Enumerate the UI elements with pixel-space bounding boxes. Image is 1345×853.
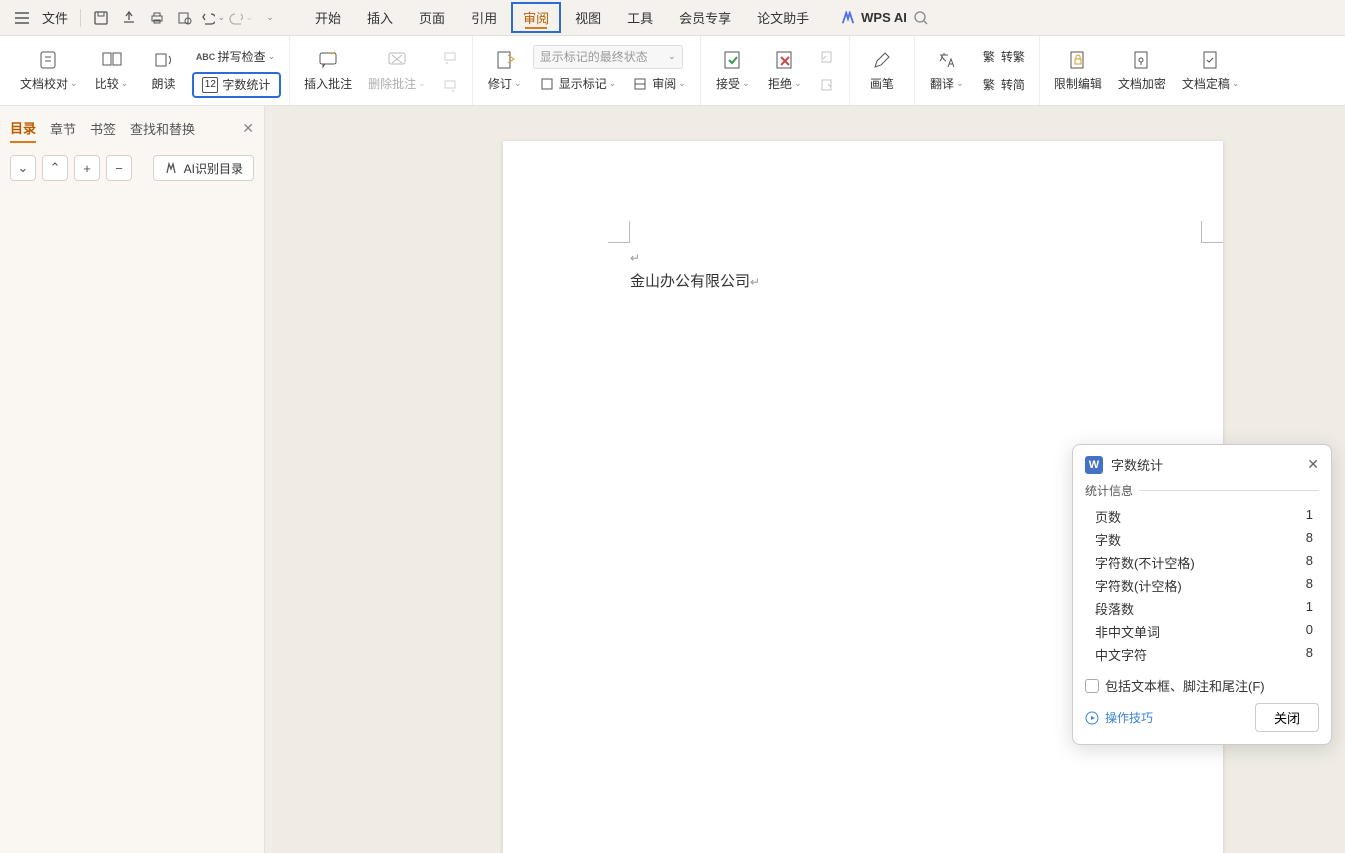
accept-button[interactable]: 接受⌄: [709, 41, 757, 101]
sp-tab-bookmark[interactable]: 书签: [90, 115, 116, 142]
reject-button[interactable]: 拒绝⌄: [761, 41, 809, 101]
file-menu[interactable]: 文件: [42, 8, 68, 27]
markup-display-select[interactable]: 显示标记的最终状态⌄: [533, 45, 683, 69]
wpsai-logo-icon: [841, 11, 855, 25]
undo-icon[interactable]: ⌄: [201, 6, 225, 30]
tab-page[interactable]: 页面: [407, 2, 457, 33]
document-body[interactable]: ↵ 金山办公有限公司↵: [630, 246, 760, 294]
stat-row: 中文字符8: [1085, 643, 1319, 666]
save-icon[interactable]: [89, 6, 113, 30]
remove-icon[interactable]: −: [106, 155, 132, 181]
track-changes-button[interactable]: 修订⌄: [481, 41, 529, 101]
tab-insert[interactable]: 插入: [355, 2, 405, 33]
stat-row: 字符数(不计空格)8: [1085, 551, 1319, 574]
menu-tabs: 开始 插入 页面 引用 审阅 视图 工具 会员专享 论文助手: [303, 2, 821, 33]
stats-list: 页数1 字数8 字符数(不计空格)8 字符数(计空格)8 段落数1 非中文单词0…: [1085, 505, 1319, 666]
doc-compare-button[interactable]: 文档校对⌄: [14, 41, 84, 101]
word-count-button[interactable]: 12字数统计: [192, 72, 282, 98]
restrict-edit-button[interactable]: 限制编辑: [1048, 41, 1108, 101]
menu-icon[interactable]: [10, 6, 34, 30]
topbar: 文件 ⌄ ⌄ ⌄ 开始 插入 页面 引用 审阅 视图 工具 会员专享 论文助手 …: [0, 0, 1345, 36]
tips-link[interactable]: 操作技巧: [1085, 709, 1153, 726]
workspace: 目录 章节 书签 查找和替换 ✕ ⌄ ⌃ + − AI识别目录 ↵ 金山办公有限…: [0, 106, 1345, 853]
margin-corner-tr: [1201, 221, 1223, 243]
word-count-dialog: W 字数统计 ✕ 统计信息 页数1 字数8 字符数(不计空格)8 字符数(计空格…: [1072, 444, 1332, 745]
export-icon[interactable]: [117, 6, 141, 30]
checkbox-icon[interactable]: [1085, 679, 1099, 693]
next-comment-button[interactable]: [436, 72, 464, 98]
sp-tab-find[interactable]: 查找和替换: [130, 115, 195, 142]
side-panel-close-icon[interactable]: ✕: [242, 120, 254, 137]
prev-comment-button[interactable]: [436, 44, 464, 70]
document-canvas[interactable]: ↵ 金山办公有限公司↵ W 字数统计 ✕ 统计信息 页数1 字数8 字符数(不计…: [265, 106, 1345, 853]
add-icon[interactable]: +: [74, 155, 100, 181]
sp-tab-chapter[interactable]: 章节: [50, 115, 76, 142]
collapse-down-icon[interactable]: ⌄: [10, 155, 36, 181]
spellcheck-button[interactable]: ABC拼写检查⌄: [192, 44, 282, 70]
more-icon[interactable]: ⌄: [257, 6, 281, 30]
margin-corner-tl: [608, 221, 630, 243]
prev-change-button[interactable]: [813, 44, 841, 70]
dialog-close-icon[interactable]: ✕: [1307, 456, 1319, 473]
sp-tab-toc[interactable]: 目录: [10, 114, 36, 143]
stat-row: 非中文单词0: [1085, 620, 1319, 643]
ribbon: 文档校对⌄ 比较⌄ 朗读 ABC拼写检查⌄ 12字数统计 插入批注 删除批注⌄ …: [0, 36, 1345, 106]
show-markup-button[interactable]: 显示标记⌄: [533, 71, 623, 97]
tab-review[interactable]: 审阅: [511, 2, 561, 33]
pen-button[interactable]: 画笔: [858, 41, 906, 101]
read-aloud-button[interactable]: 朗读: [140, 41, 188, 101]
preview-icon[interactable]: [173, 6, 197, 30]
tab-member[interactable]: 会员专享: [667, 2, 743, 33]
play-icon: [1085, 711, 1099, 725]
ai-toc-button[interactable]: AI识别目录: [153, 155, 254, 181]
collapse-up-icon[interactable]: ⌃: [42, 155, 68, 181]
delete-comment-button[interactable]: 删除批注⌄: [362, 41, 432, 101]
stat-row: 段落数1: [1085, 597, 1319, 620]
stats-section-label: 统计信息: [1085, 482, 1319, 499]
word-app-icon: W: [1085, 456, 1103, 474]
review-pane-button[interactable]: 审阅⌄: [626, 71, 692, 97]
tab-view[interactable]: 视图: [563, 2, 613, 33]
to-traditional-button[interactable]: 繁转繁: [975, 44, 1031, 70]
tab-tools[interactable]: 工具: [615, 2, 665, 33]
compare-button[interactable]: 比较⌄: [88, 41, 136, 101]
include-textbox-checkbox[interactable]: 包括文本框、脚注和尾注(F): [1085, 676, 1319, 695]
finalize-button[interactable]: 文档定稿⌄: [1176, 41, 1246, 101]
tab-reference[interactable]: 引用: [459, 2, 509, 33]
to-simplified-button[interactable]: 繁转简: [975, 72, 1031, 98]
search-icon[interactable]: [913, 10, 929, 26]
stat-row: 字数8: [1085, 528, 1319, 551]
translate-button[interactable]: 翻译⌄: [923, 41, 971, 101]
stat-row: 字符数(计空格)8: [1085, 574, 1319, 597]
dialog-title: 字数统计: [1111, 455, 1163, 474]
side-panel: 目录 章节 书签 查找和替换 ✕ ⌄ ⌃ + − AI识别目录: [0, 106, 265, 853]
tab-thesis[interactable]: 论文助手: [745, 2, 821, 33]
tab-start[interactable]: 开始: [303, 2, 353, 33]
redo-icon[interactable]: ⌄: [229, 6, 253, 30]
wps-ai[interactable]: WPS AI: [841, 10, 929, 26]
print-icon[interactable]: [145, 6, 169, 30]
insert-comment-button[interactable]: 插入批注: [298, 41, 358, 101]
ai-icon: [164, 161, 178, 175]
dialog-close-button[interactable]: 关闭: [1255, 703, 1319, 732]
stat-row: 页数1: [1085, 505, 1319, 528]
encrypt-button[interactable]: 文档加密: [1112, 41, 1172, 101]
next-change-button[interactable]: [813, 72, 841, 98]
